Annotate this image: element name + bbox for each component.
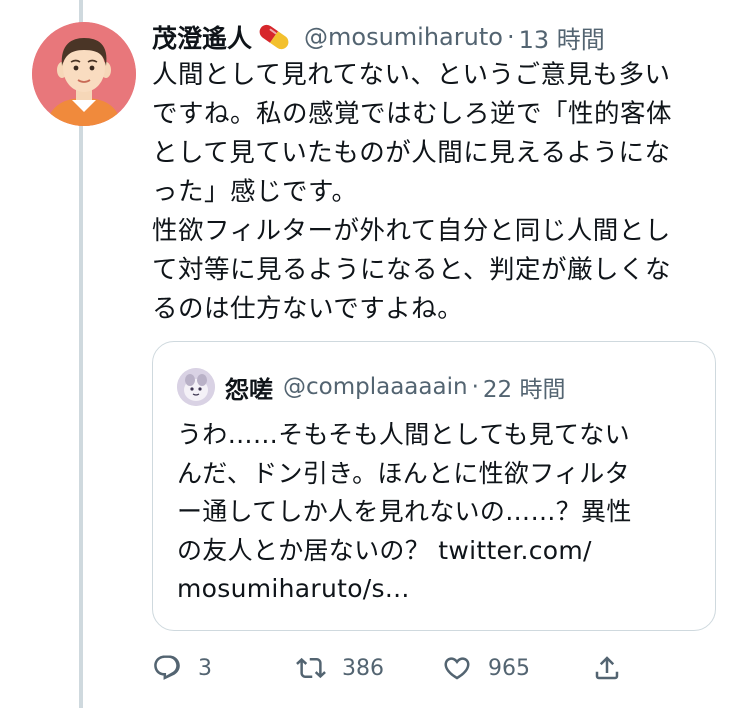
retweet-icon <box>296 657 326 679</box>
separator-dot: · <box>506 23 515 51</box>
quoted-avatar <box>177 368 215 406</box>
avatar[interactable] <box>32 22 136 126</box>
separator-dot: · <box>471 374 479 400</box>
retweet-count: 386 <box>342 655 384 681</box>
timestamp[interactable]: 13 時間 <box>519 20 605 55</box>
share-button[interactable] <box>592 648 622 688</box>
user-handle[interactable]: @mosumiharuto <box>304 23 503 51</box>
display-name[interactable]: 茂澄遙人 <box>152 19 252 55</box>
quoted-tweet-header: 怨嗟 @complaaaaain · 22 時間 <box>177 368 565 406</box>
quoted-user-handle: @complaaaaain <box>283 374 468 400</box>
tweet-thread: 茂澄遙人 @mosumiharuto · 13 時間 人間として見れてない、とい… <box>0 0 750 708</box>
reply-icon <box>154 655 180 680</box>
tweet-text: 人間として見れてない、というご意見も多い ですね。私の感覚ではむしろ逆で「性的客… <box>152 60 673 324</box>
pill-icon <box>259 24 289 50</box>
tweet-header: 茂澄遙人 @mosumiharuto · 13 時間 <box>152 20 605 54</box>
tweet-action-bar: 3 386 965 <box>152 648 632 688</box>
avatar-illustration <box>32 22 136 126</box>
like-count: 965 <box>488 655 530 681</box>
reply-button[interactable]: 3 <box>152 648 212 688</box>
quoted-timestamp: 22 時間 <box>482 377 566 403</box>
share-icon <box>595 656 619 680</box>
like-button[interactable]: 965 <box>442 648 530 688</box>
reply-count: 3 <box>198 655 212 681</box>
quoted-tweet-card[interactable]: 怨嗟 @complaaaaain · 22 時間 うわ……そもそも人間としても見… <box>152 341 716 631</box>
retweet-button[interactable]: 386 <box>296 648 384 688</box>
heart-icon <box>444 657 470 680</box>
quoted-avatar-illustration <box>177 368 215 406</box>
quoted-display-name: 怨嗟 <box>225 375 273 404</box>
quoted-tweet-text: うわ……そもそも人間としても見てない んだ、ドン引き。ほんとに性欲フィルタ ー通… <box>177 420 632 603</box>
